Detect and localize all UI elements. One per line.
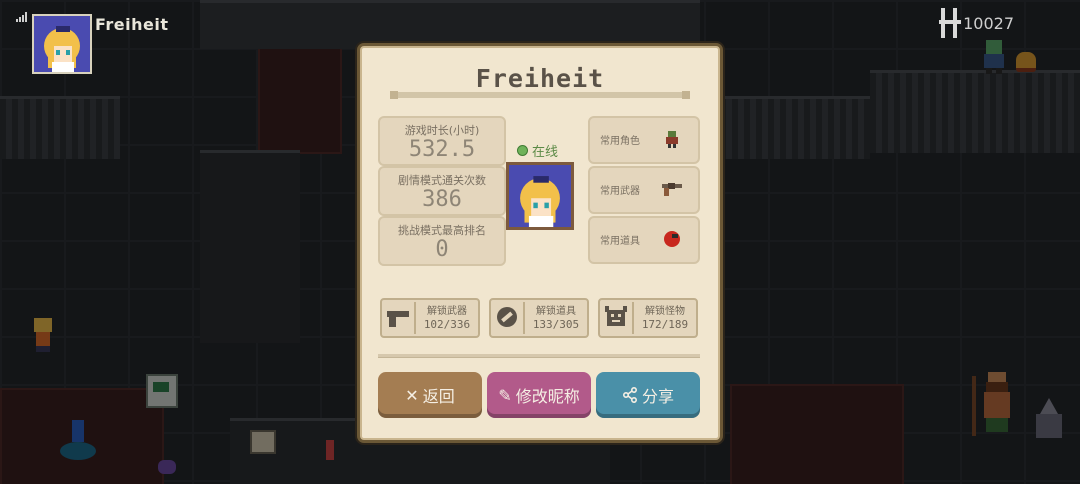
unlock-items: 解锁道具 133/305 <box>489 298 589 338</box>
player-name: Freiheit <box>95 15 169 34</box>
pistol-icon <box>387 311 409 327</box>
favorite-label: 常用武器 <box>600 186 640 197</box>
capsule-icon <box>497 307 517 327</box>
share-button-label: 分享 <box>641 387 674 406</box>
online-dot-icon <box>517 145 528 156</box>
avatar-portrait-icon <box>509 165 571 227</box>
player-avatar[interactable] <box>32 14 92 74</box>
profile-panel: Freiheit 游戏时长(小时) 532.5 剧情模式通关次数 386 挑战模… <box>360 46 720 440</box>
rename-button-label: 修改昵称 <box>515 387 580 406</box>
currency-display: 10027 <box>939 8 1014 38</box>
stat-label: 游戏时长(小时) <box>404 124 480 137</box>
stat-challenge-rank: 挑战模式最高排名 0 <box>378 216 506 266</box>
stat-value: 386 <box>422 187 462 212</box>
favorite-label: 常用角色 <box>600 136 640 147</box>
stat-label: 挑战模式最高排名 <box>398 224 486 237</box>
share-button[interactable]: 分享 <box>596 372 700 418</box>
unlock-count: 102/336 <box>423 318 471 331</box>
stat-value: 0 <box>435 237 449 262</box>
back-button-label: 返回 <box>422 387 455 406</box>
back-button[interactable]: ✕ 返回 <box>378 372 482 418</box>
online-status: 在线 <box>517 141 558 160</box>
profile-title: Freiheit <box>475 64 605 93</box>
share-icon <box>622 387 637 403</box>
stat-label: 剧情模式通关次数 <box>398 174 486 187</box>
signal-icon <box>16 12 30 22</box>
stat-value: 532.5 <box>408 137 476 162</box>
stat-story-clears: 剧情模式通关次数 386 <box>378 166 506 216</box>
favorite-label: 常用道具 <box>600 236 640 247</box>
unlock-monsters: 解锁怪物 172/189 <box>598 298 698 338</box>
favorite-item: 常用道具 <box>588 216 700 264</box>
monster-icon <box>605 306 627 326</box>
item-icon <box>664 231 680 247</box>
panel-divider <box>378 354 700 358</box>
unlock-weapons: 解锁武器 102/336 <box>380 298 480 338</box>
favorite-weapon: 常用武器 <box>588 166 700 214</box>
unlock-label: 解锁怪物 <box>645 306 685 317</box>
close-icon: ✕ <box>405 385 419 405</box>
title-divider <box>390 91 690 99</box>
favorite-character: 常用角色 <box>588 116 700 164</box>
unlock-label: 解锁道具 <box>536 306 576 317</box>
stat-playtime: 游戏时长(小时) 532.5 <box>378 116 506 166</box>
avatar-portrait-icon <box>34 16 90 72</box>
gem-icon <box>939 8 962 38</box>
rename-button[interactable]: ✎ 修改昵称 <box>487 372 591 418</box>
currency-amount: 10027 <box>963 13 1014 33</box>
unlock-count: 133/305 <box>532 318 580 331</box>
unlock-count: 172/189 <box>641 318 689 331</box>
profile-avatar <box>506 162 574 230</box>
edit-icon: ✎ <box>498 385 512 405</box>
online-label: 在线 <box>532 145 559 160</box>
unlock-label: 解锁武器 <box>427 306 467 317</box>
character-icon <box>666 131 678 148</box>
revolver-icon <box>662 183 682 196</box>
